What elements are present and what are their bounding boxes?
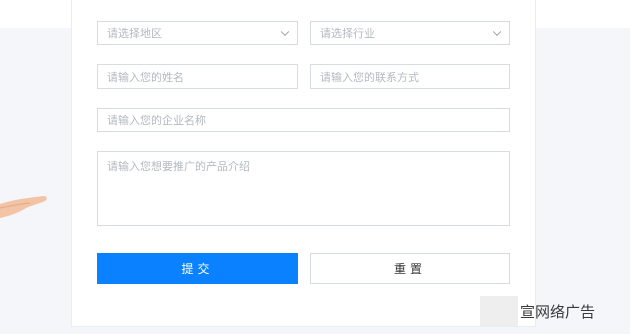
watermark-logo [480,296,518,326]
name-input-placeholder: 请输入您的姓名 [107,70,184,84]
submit-button[interactable]: 提交 [97,253,298,284]
company-input[interactable]: 请输入您的企业名称 [97,108,510,132]
product-textarea-placeholder: 请输入您想要推广的产品介绍 [107,160,250,173]
contact-input-placeholder: 请输入您的联系方式 [320,70,419,84]
inquiry-form-card: 请选择地区 请选择行业 请输入您的姓名 请输入您的联系方式 请输入您的企业名称 … [71,0,536,327]
region-select-value: 请选择地区 [107,27,162,40]
company-input-placeholder: 请输入您的企业名称 [107,114,206,127]
chevron-down-icon [492,27,502,37]
industry-select-value: 请选择行业 [320,27,375,40]
product-textarea[interactable]: 请输入您想要推广的产品介绍 [97,151,510,226]
chevron-down-icon [280,27,290,37]
contact-input[interactable]: 请输入您的联系方式 [310,64,510,89]
industry-select[interactable]: 请选择行业 [310,21,510,45]
hand-illustration [0,190,50,234]
watermark: 宣网络广告 [480,296,630,326]
reset-button-label: 重置 [393,262,426,276]
watermark-text: 宣网络广告 [520,302,596,321]
name-input[interactable]: 请输入您的姓名 [97,64,298,89]
reset-button[interactable]: 重置 [310,253,510,284]
region-select[interactable]: 请选择地区 [97,21,298,45]
submit-button-label: 提交 [181,262,214,276]
